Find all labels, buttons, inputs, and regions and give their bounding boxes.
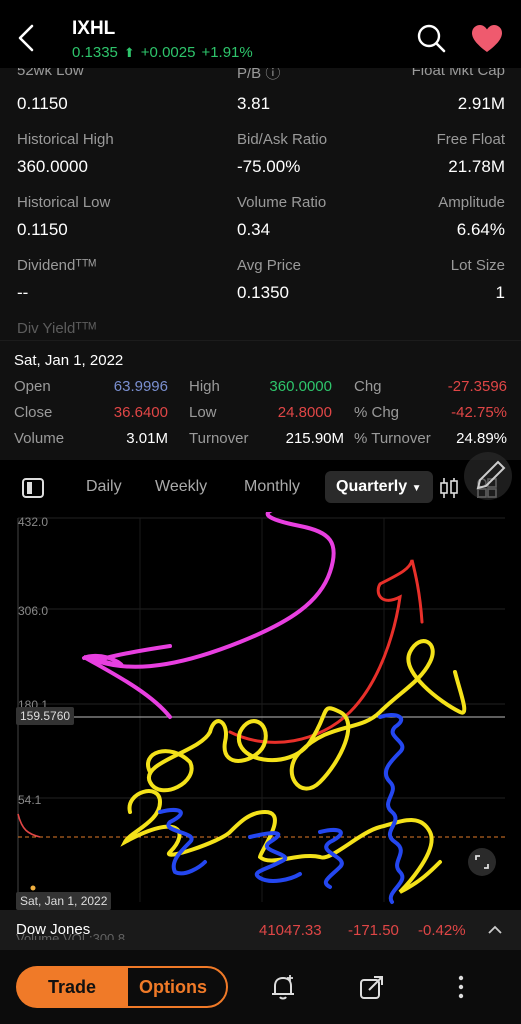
tab-quarterly[interactable]: Quarterly ▼ bbox=[325, 471, 433, 503]
crosshair-date-tag: Sat, Jan 1, 2022 bbox=[16, 892, 112, 910]
price-chart[interactable]: 432.0 306.0 180.1 159.5760 54.1 Sat, Jan… bbox=[0, 452, 521, 910]
stat-value-pb: 3.81 bbox=[237, 94, 271, 113]
pturnover-value: 24.89% bbox=[456, 430, 507, 447]
stat-label-clipped: P/B ⓘ bbox=[237, 68, 357, 80]
volume-value: 3.01M bbox=[126, 430, 168, 447]
y-tick-label: 432.0 bbox=[18, 515, 49, 529]
sidebar-toggle-icon[interactable] bbox=[22, 478, 44, 498]
chart-grid bbox=[17, 512, 505, 904]
close-value: 36.6400 bbox=[113, 404, 168, 421]
header: IXHL 0.1335 ⬆ +0.0025 +1.91% bbox=[0, 0, 521, 68]
chevron-up-icon[interactable] bbox=[487, 924, 503, 936]
pchg-label: % Chg bbox=[354, 404, 400, 421]
stat-dividend-ttm: Dividendᵀᵀᴹ -- bbox=[17, 257, 96, 302]
ohlc-panel: Sat, Jan 1, 2022 Open 63.9996 High 360.0… bbox=[0, 340, 521, 460]
tab-weekly[interactable]: Weekly bbox=[155, 478, 207, 496]
index-change-pct: -0.42% bbox=[418, 922, 466, 939]
last-price: 0.1335 bbox=[72, 44, 118, 61]
stat-label-float-mkt-cap: Float Mkt Cap bbox=[411, 68, 505, 79]
stat-avg-price: Avg Price 0.1350 bbox=[237, 257, 301, 302]
expand-icon bbox=[475, 855, 489, 869]
pchg-value: -42.75% bbox=[451, 404, 507, 421]
index-value: 41047.33 bbox=[259, 922, 322, 939]
open-value: 63.9996 bbox=[113, 378, 168, 395]
stat-label-clipped: Float Mkt Cap bbox=[360, 68, 505, 80]
stat-div-yield-ttm: Div Yieldᵀᵀᴹ bbox=[17, 320, 96, 337]
back-arrow-icon[interactable] bbox=[10, 20, 42, 56]
stat-volume-ratio: Volume Ratio 0.34 bbox=[237, 194, 327, 239]
stat-lot-size: Lot Size 1 bbox=[450, 257, 505, 302]
stats-panel: 52wk Low P/B ⓘ Float Mkt Cap 0.1150 3.81… bbox=[0, 68, 521, 340]
volume-label: Volume bbox=[14, 430, 65, 447]
blue-scribble bbox=[378, 713, 405, 904]
index-change: -171.50 bbox=[348, 922, 399, 939]
tab-quarterly-label: Quarterly bbox=[336, 478, 408, 495]
info-icon[interactable]: ⓘ bbox=[265, 68, 280, 80]
pturnover-label: % Turnover bbox=[354, 430, 431, 447]
ticker-symbol: IXHL bbox=[72, 18, 116, 39]
quote-line: 0.1335 ⬆ +0.0025 +1.91% bbox=[72, 44, 253, 61]
stat-label-clipped: 52wk Low bbox=[17, 68, 217, 80]
trade-button[interactable]: Trade bbox=[16, 966, 128, 1008]
up-arrow-icon: ⬆ bbox=[123, 44, 135, 60]
stat-amplitude: Amplitude 6.64% bbox=[438, 194, 505, 239]
stat-historical-high: Historical High 360.0000 bbox=[17, 131, 114, 176]
blue-scribble bbox=[158, 808, 207, 876]
search-icon[interactable] bbox=[416, 23, 446, 53]
index-ticker-bar[interactable]: Volume VOL:300.8 Dow Jones 41047.33 -171… bbox=[0, 910, 521, 950]
chg-label: Chg bbox=[354, 378, 382, 395]
options-button[interactable]: Options bbox=[118, 966, 228, 1008]
low-value: 24.8000 bbox=[277, 404, 332, 421]
open-label: Open bbox=[14, 378, 51, 395]
stat-free-float: Free Float 21.78M bbox=[436, 131, 505, 176]
crosshair-price-tag: 159.5760 bbox=[16, 707, 75, 725]
stat-value-52wk-low: 0.1150 bbox=[17, 94, 68, 113]
high-value: 360.0000 bbox=[269, 378, 332, 395]
bottom-action-bar: Trade Options bbox=[0, 950, 521, 1024]
price-series-line bbox=[17, 813, 41, 838]
draw-pencil-icon[interactable] bbox=[464, 446, 514, 506]
more-options-icon[interactable] bbox=[446, 972, 476, 1002]
ohlc-date: Sat, Jan 1, 2022 bbox=[14, 352, 124, 369]
chart-period-tabs: Daily Weekly Monthly Quarterly ▼ bbox=[0, 462, 521, 512]
stat-label-pb: P/B bbox=[237, 68, 262, 80]
share-icon[interactable] bbox=[357, 972, 387, 1002]
dropdown-caret-icon: ▼ bbox=[411, 483, 422, 494]
high-label: High bbox=[189, 378, 220, 395]
favorite-heart-icon[interactable] bbox=[470, 24, 504, 54]
tab-daily[interactable]: Daily bbox=[86, 478, 122, 496]
candlestick-icon[interactable] bbox=[438, 476, 460, 500]
y-tick-label: 54.1 bbox=[18, 793, 42, 807]
close-label: Close bbox=[14, 404, 53, 421]
y-tick-label: 306.0 bbox=[18, 604, 49, 618]
stat-bid-ask-ratio: Bid/Ask Ratio -75.00% bbox=[237, 131, 328, 176]
volume-dot bbox=[30, 885, 36, 891]
stat-historical-low: Historical Low 0.1150 bbox=[17, 194, 111, 239]
stat-label-52wk-low: 52wk Low bbox=[17, 68, 84, 79]
fullscreen-button[interactable] bbox=[468, 848, 496, 876]
price-change-pct: +1.91% bbox=[201, 44, 253, 61]
tab-monthly[interactable]: Monthly bbox=[244, 478, 300, 496]
price-change: +0.0025 bbox=[140, 44, 196, 61]
yellow-scribble bbox=[146, 639, 467, 793]
chg-value: -27.3596 bbox=[447, 378, 507, 395]
index-name: Dow Jones bbox=[16, 921, 91, 938]
stat-value-float-mkt-cap: 2.91M bbox=[457, 94, 505, 113]
low-label: Low bbox=[189, 404, 217, 421]
magenta-scribble bbox=[96, 512, 336, 669]
turnover-value: 215.90M bbox=[285, 430, 344, 447]
price-alert-bell-icon[interactable] bbox=[268, 972, 298, 1002]
turnover-label: Turnover bbox=[189, 430, 249, 447]
